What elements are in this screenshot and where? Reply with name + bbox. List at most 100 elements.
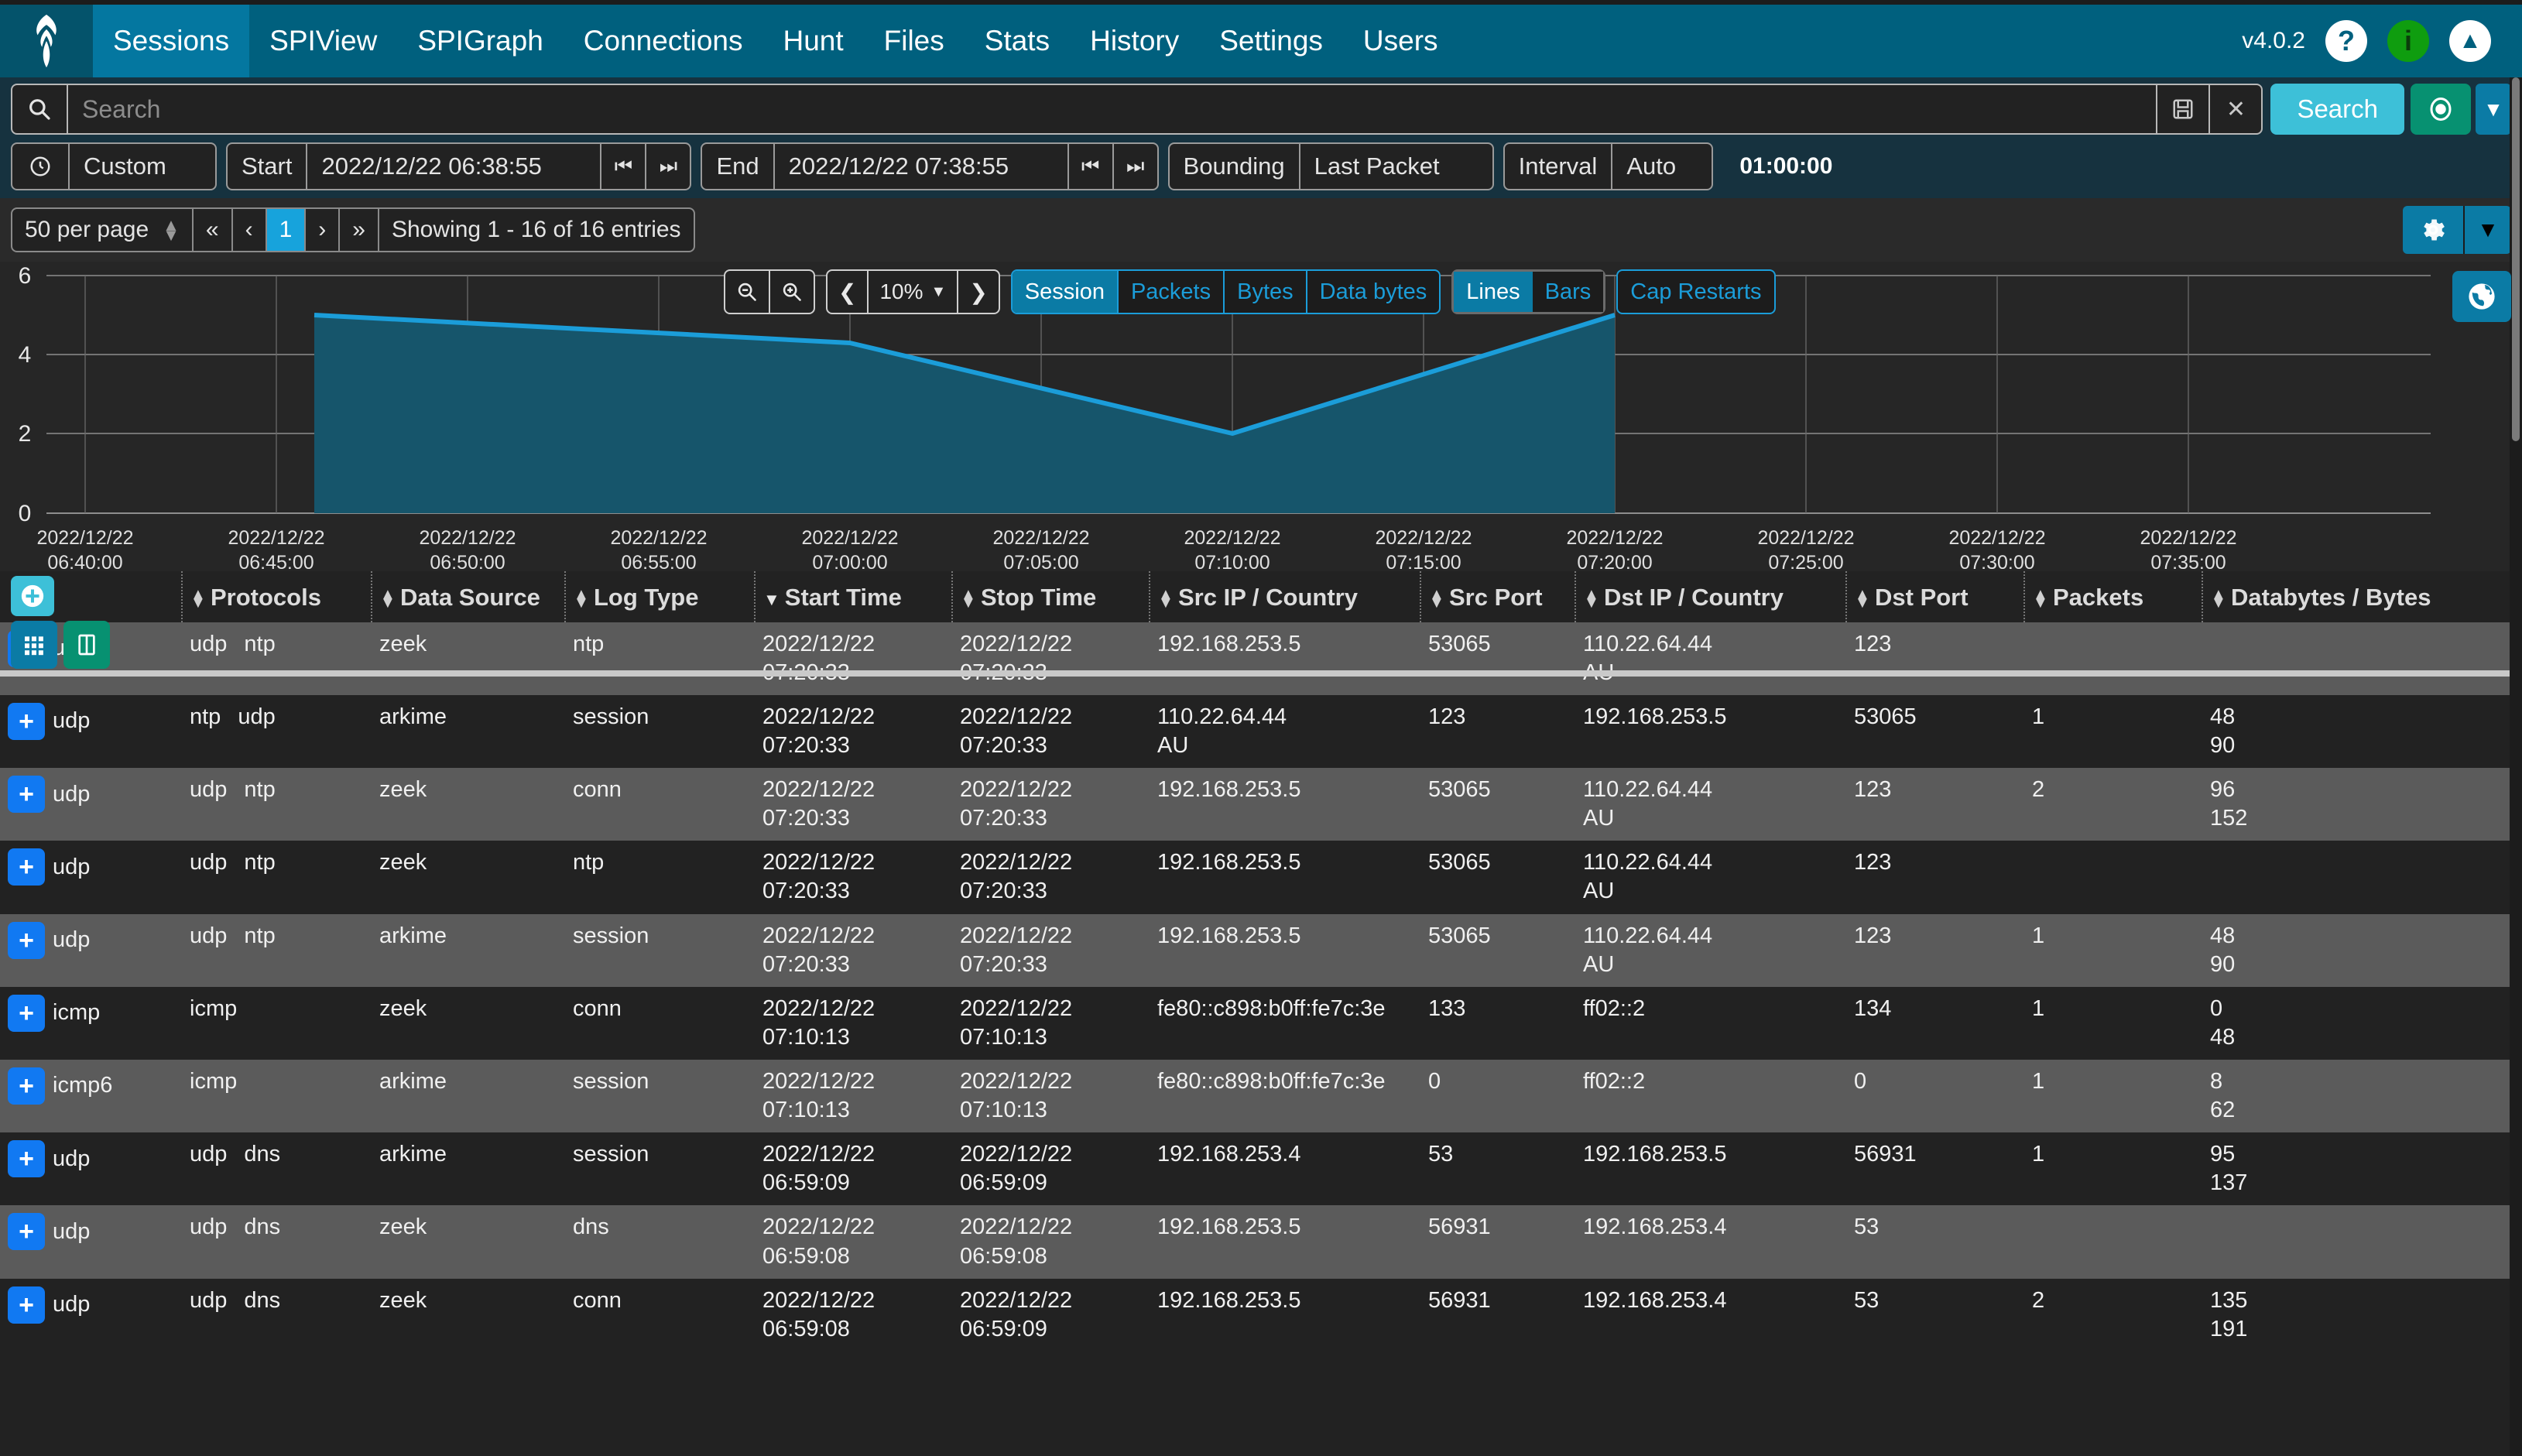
th-databytes-bytes[interactable]: ▲▼Databytes / Bytes — [2202, 571, 2512, 622]
sort-icon[interactable]: ▲▼ — [961, 591, 976, 607]
column-view-icon[interactable] — [63, 621, 110, 669]
plus-circle-icon[interactable] — [11, 576, 54, 616]
up-down-stepper-icon[interactable]: ▲▼ — [163, 220, 180, 240]
sort-desc-icon[interactable]: ▼ — [763, 590, 780, 609]
th-src-ip-country[interactable]: ▲▼Src IP / Country — [1150, 571, 1420, 622]
magnifier-minus-icon[interactable] — [725, 271, 769, 313]
plus-icon[interactable]: + — [8, 848, 45, 886]
nav-item-files[interactable]: Files — [864, 5, 965, 77]
page-number-1[interactable]: 1 — [266, 209, 305, 251]
floppy-disk-icon[interactable] — [2156, 85, 2208, 133]
table-row[interactable]: +udpudpdnszeekconn2022/12/2206:59:082022… — [0, 1279, 2512, 1352]
sort-icon[interactable]: ▲▼ — [190, 591, 206, 607]
plus-icon[interactable]: + — [8, 1213, 45, 1250]
start-step-forward-icon[interactable]: ⏭ — [645, 144, 690, 189]
start-step-backward-icon[interactable]: ⏮ — [600, 144, 645, 189]
nav-item-settings[interactable]: Settings — [1199, 5, 1343, 77]
search-button[interactable]: Search — [2270, 84, 2404, 135]
sort-icon[interactable]: ▲▼ — [1584, 591, 1599, 607]
table-row[interactable]: +icmpicmpzeekconn2022/12/2207:10:132022/… — [0, 987, 2512, 1060]
end-time-input[interactable]: 2022/12/22 07:38:55 — [773, 144, 1067, 189]
sort-icon[interactable]: ▲▼ — [1158, 591, 1174, 607]
time-range-mode[interactable]: Custom — [68, 144, 215, 189]
table-row[interactable]: +udpudpntparkimesession2022/12/2207:20:3… — [0, 914, 2512, 987]
chevron-left-icon[interactable]: ❮ — [828, 271, 867, 313]
chart-style-lines[interactable]: Lines — [1454, 272, 1532, 312]
info-icon[interactable]: i — [2387, 20, 2429, 62]
nav-item-sessions[interactable]: Sessions — [93, 5, 249, 77]
plus-icon[interactable]: + — [8, 776, 45, 813]
th-packets[interactable]: ▲▼Packets — [2024, 571, 2202, 622]
page-prev-button[interactable]: ‹ — [231, 209, 266, 251]
plus-icon[interactable]: + — [8, 1286, 45, 1324]
cell-packets: 1 — [2024, 695, 2202, 768]
question-mark-icon[interactable]: ? — [2325, 20, 2367, 62]
interval-select[interactable]: Auto — [1611, 144, 1712, 189]
page-next-button[interactable]: › — [304, 209, 338, 251]
page-scrollbar-thumb[interactable] — [2512, 77, 2520, 441]
nav-item-connections[interactable]: Connections — [564, 5, 763, 77]
sort-icon[interactable]: ▲▼ — [2033, 591, 2048, 607]
chart-style-bars[interactable]: Bars — [1533, 272, 1604, 312]
grid-view-icon[interactable] — [11, 621, 57, 669]
page-first-button[interactable]: « — [192, 209, 231, 251]
arkime-logo-icon[interactable] — [0, 5, 93, 77]
clock-icon[interactable] — [12, 144, 68, 189]
nav-item-stats[interactable]: Stats — [965, 5, 1070, 77]
globe-icon[interactable] — [2452, 271, 2511, 322]
sort-icon[interactable]: ▲▼ — [574, 591, 589, 607]
bounding-select[interactable]: Last Packet — [1299, 144, 1492, 189]
end-step-forward-icon[interactable]: ⏭ — [1112, 144, 1157, 189]
start-time-input[interactable]: 2022/12/22 06:38:55 — [306, 144, 600, 189]
sort-icon[interactable]: ▲▼ — [1855, 591, 1870, 607]
plus-icon[interactable]: + — [8, 922, 45, 959]
th-dst-ip-country[interactable]: ▲▼Dst IP / Country — [1575, 571, 1846, 622]
caret-down-icon[interactable]: ▼ — [2476, 84, 2511, 135]
th-start-time[interactable]: ▼Start Time — [755, 571, 952, 622]
sort-icon[interactable]: ▲▼ — [2211, 591, 2226, 607]
magnifier-plus-icon[interactable] — [769, 271, 814, 313]
th-data-source[interactable]: ▲▼Data Source — [372, 571, 565, 622]
chart-metric-databytes[interactable]: Data bytes — [1306, 271, 1440, 313]
chevron-up-icon[interactable]: ▲ — [2449, 20, 2491, 62]
plus-icon[interactable]: + — [8, 995, 45, 1032]
th-log-type[interactable]: ▲▼Log Type — [565, 571, 755, 622]
eye-icon[interactable] — [2411, 84, 2471, 135]
nav-item-spigraph[interactable]: SPIGraph — [397, 5, 563, 77]
plus-icon[interactable]: + — [8, 1067, 45, 1105]
th-src-port[interactable]: ▲▼Src Port — [1420, 571, 1575, 622]
table-row[interactable]: +udpudpdnsarkimesession2022/12/2206:59:0… — [0, 1132, 2512, 1205]
page-scrollbar[interactable] — [2510, 77, 2522, 1456]
cap-restarts-button[interactable]: Cap Restarts — [1618, 271, 1773, 313]
chart-metric-packets[interactable]: Packets — [1117, 271, 1223, 313]
table-row[interactable]: +udpudpdnszeekdns2022/12/2206:59:082022/… — [0, 1205, 2512, 1278]
chart-metric-bytes[interactable]: Bytes — [1223, 271, 1306, 313]
zoom-level-select[interactable]: 10% ▼ — [867, 271, 957, 313]
end-step-backward-icon[interactable]: ⏮ — [1067, 144, 1112, 189]
plus-icon[interactable]: + — [8, 1140, 45, 1177]
th-stop-time[interactable]: ▲▼Stop Time — [952, 571, 1150, 622]
table-row[interactable]: +udpudpntpzeekntp2022/12/2207:20:332022/… — [0, 841, 2512, 913]
cell-dst-ip: 110.22.64.44AU — [1575, 841, 1846, 913]
th-protocols[interactable]: ▲▼Protocols — [182, 571, 372, 622]
gear-icon[interactable] — [2403, 206, 2463, 254]
page-last-button[interactable]: » — [338, 209, 378, 251]
nav-item-spiview[interactable]: SPIView — [249, 5, 397, 77]
sort-icon[interactable]: ▲▼ — [380, 591, 396, 607]
per-page-select[interactable]: 50 per page ▲▼ — [12, 209, 192, 251]
chevron-right-icon[interactable]: ❯ — [957, 271, 998, 313]
table-row[interactable]: +udpudpntpzeekconn2022/12/2207:20:332022… — [0, 768, 2512, 841]
plus-icon[interactable]: + — [8, 703, 45, 740]
gear-caret-down-icon[interactable]: ▼ — [2463, 206, 2511, 254]
table-row[interactable]: +udpudpntpzeekntp2022/12/2207:20:332022/… — [0, 622, 2512, 695]
search-input[interactable] — [68, 85, 2156, 133]
nav-item-history[interactable]: History — [1070, 5, 1199, 77]
sort-icon[interactable]: ▲▼ — [1429, 591, 1444, 607]
chart-metric-session[interactable]: Session — [1013, 271, 1117, 313]
table-row[interactable]: +icmp6icmparkimesession2022/12/2207:10:1… — [0, 1060, 2512, 1132]
th-dst-port[interactable]: ▲▼Dst Port — [1846, 571, 2024, 622]
close-x-icon[interactable]: ✕ — [2208, 85, 2261, 133]
table-row[interactable]: +udpntpudparkimesession2022/12/2207:20:3… — [0, 695, 2512, 768]
nav-item-users[interactable]: Users — [1343, 5, 1458, 77]
nav-item-hunt[interactable]: Hunt — [762, 5, 863, 77]
